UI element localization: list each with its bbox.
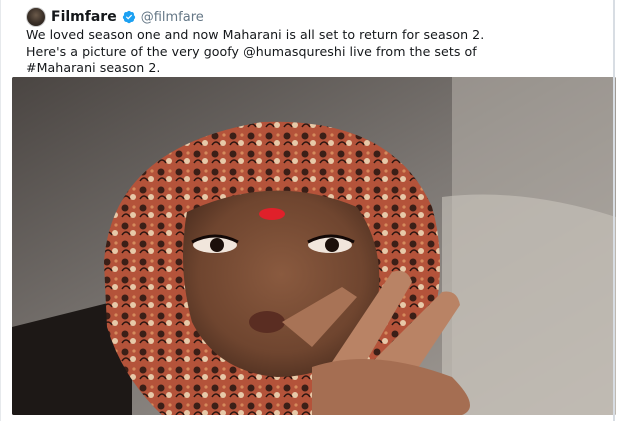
avatar[interactable] — [26, 7, 46, 27]
frame-border-right — [613, 0, 615, 421]
display-name[interactable]: Filmfare — [51, 9, 117, 25]
frame-border-left — [0, 0, 1, 421]
photo-illustration — [12, 77, 616, 415]
tweet-text-line: We loved season one and now Maharani is … — [26, 27, 485, 42]
bindi — [259, 208, 285, 220]
tweet-header: Filmfare @filmfare — [26, 6, 204, 28]
tweet-text-line[interactable]: Here's a picture of the very goofy @huma… — [26, 44, 626, 61]
verified-badge-icon — [122, 10, 136, 24]
tweet-photo[interactable] — [12, 77, 616, 415]
tweet-text-line[interactable]: #Maharani season 2. — [26, 60, 626, 77]
tweet-text: We loved season one and now Maharani is … — [26, 27, 626, 77]
user-handle[interactable]: @filmfare — [141, 10, 204, 25]
tweet-card: Filmfare @filmfare We loved season one a… — [0, 0, 631, 421]
